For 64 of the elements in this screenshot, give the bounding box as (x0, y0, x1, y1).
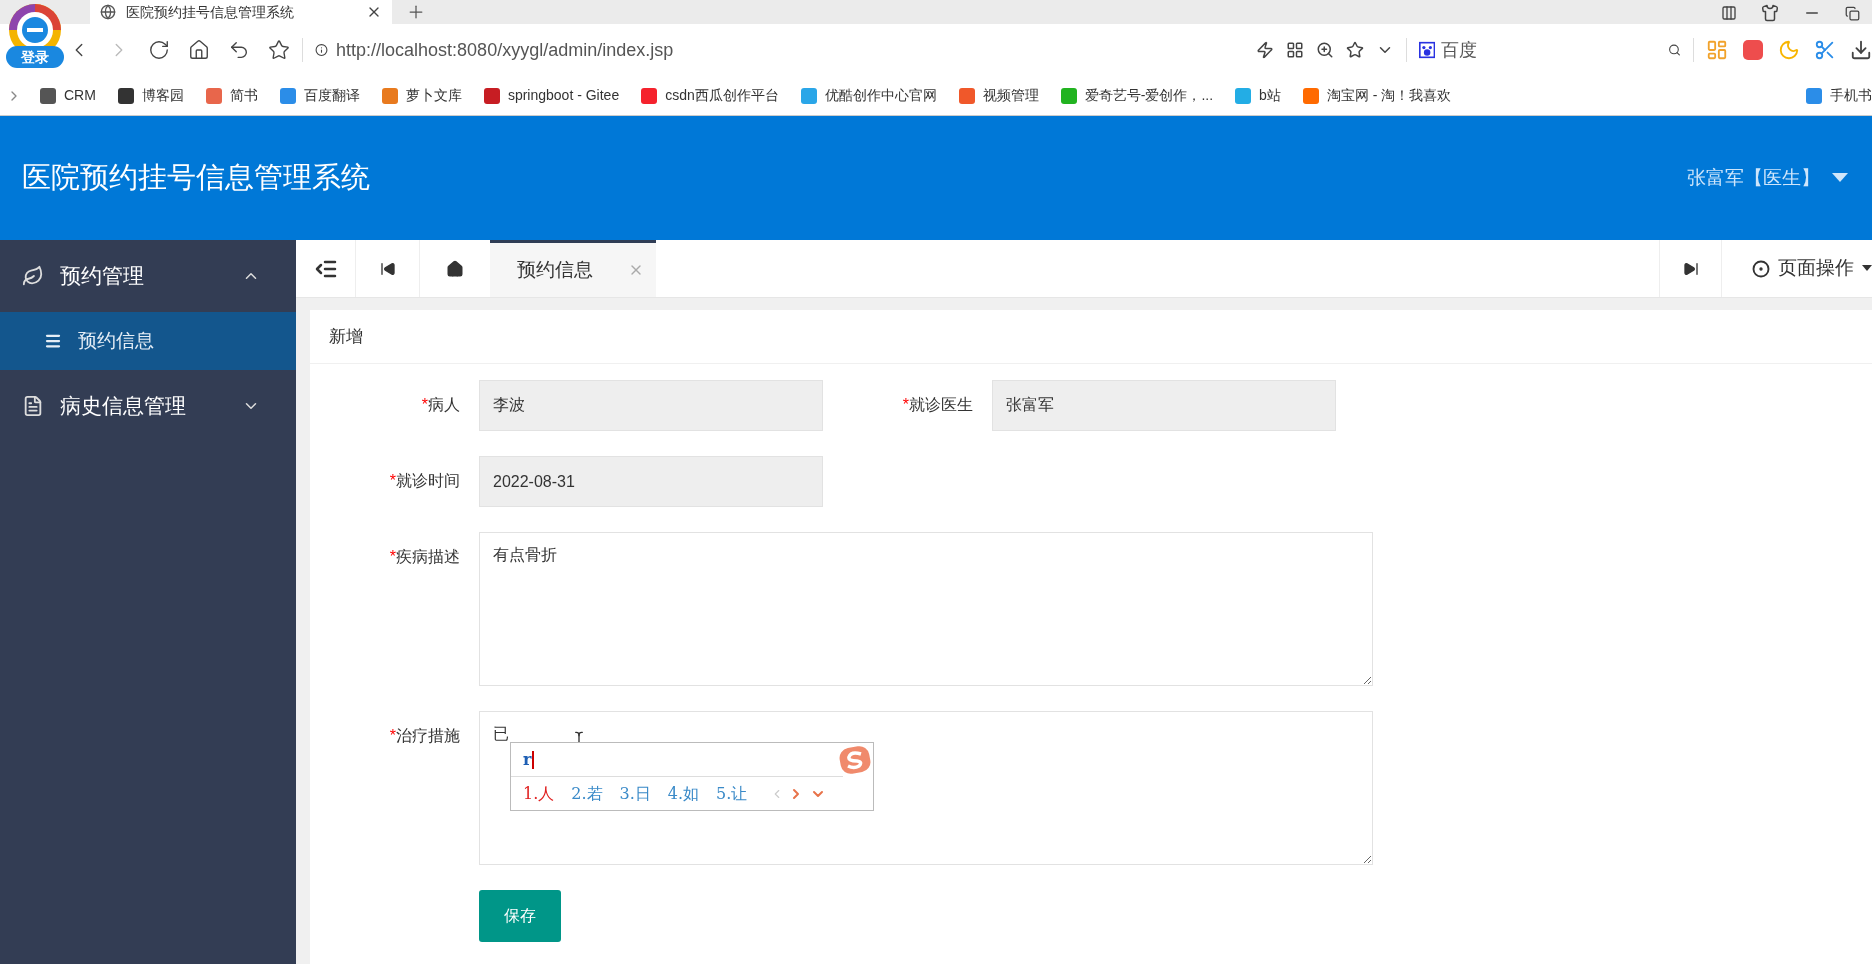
home-icon[interactable] (188, 39, 211, 61)
field-label: *就诊时间 (388, 471, 461, 491)
bookmark[interactable]: 博客园 (117, 85, 184, 106)
document-icon (22, 395, 44, 417)
field-label: *治疗措施 (388, 726, 461, 746)
page-actions-menu[interactable]: 页面操作 (1721, 240, 1872, 297)
bookmark[interactable]: 爱奇艺号-爱创作，... (1060, 85, 1214, 106)
restore-icon[interactable] (1845, 5, 1860, 21)
home-icon (446, 259, 464, 278)
field-label: *疾病描述 (388, 547, 461, 567)
skip-back-icon (379, 260, 396, 277)
ime-candidate[interactable]: 2.若 (571, 782, 603, 806)
bookmark[interactable]: 简书 (205, 85, 258, 106)
bookmark[interactable]: CRM (40, 85, 96, 106)
shirt-icon[interactable] (1761, 4, 1779, 22)
reload-icon[interactable] (148, 39, 171, 61)
field-label: *就诊医生 (901, 395, 974, 415)
lightning-icon[interactable] (1255, 41, 1274, 59)
field-label: *病人 (420, 395, 461, 415)
bookmark[interactable]: springboot - Gitee (483, 85, 620, 106)
tab-title: 医院预约挂号信息管理系统 (126, 2, 295, 22)
ime-candidate[interactable]: 3.日 (619, 782, 651, 806)
login-badge[interactable]: 登录 (6, 46, 64, 68)
caret-icon (1832, 173, 1848, 183)
globe-icon (100, 4, 116, 20)
ime-candidate[interactable]: 4.如 (667, 782, 700, 806)
download-icon[interactable] (1850, 39, 1872, 61)
bookmark[interactable]: b站 (1235, 85, 1281, 106)
zoom-icon[interactable] (1315, 41, 1334, 59)
bookmark[interactable]: 手机书 (1806, 85, 1872, 106)
search-engine[interactable]: 百度 (1440, 36, 1669, 64)
search-icon[interactable] (1668, 42, 1682, 58)
sidebar-item[interactable]: 病史信息管理 (0, 370, 296, 442)
browser-tab[interactable]: 医院预约挂号信息管理系统 (90, 0, 392, 24)
bookmark[interactable]: 优酷创作中心官网 (800, 85, 937, 106)
leaf-icon (22, 265, 44, 287)
save-button[interactable]: 保存 (479, 890, 561, 942)
tile-icon[interactable] (1721, 5, 1737, 21)
info-icon[interactable] (315, 42, 329, 58)
sidebar-subitem[interactable]: 预约信息 (0, 312, 296, 370)
card-title: 新增 (329, 325, 363, 348)
bookmark[interactable]: csdn西瓜创作平台 (641, 85, 779, 106)
skip-forward-icon (1682, 260, 1699, 277)
bookmark[interactable]: 视频管理 (958, 85, 1039, 106)
ime-candidate[interactable]: 5.让 (716, 782, 748, 806)
browser-logo[interactable]: 登录 (4, 2, 66, 68)
page-tab[interactable]: 预约信息 (490, 240, 656, 297)
bookmark[interactable]: 淘宝网 - 淘！我喜欢 (1302, 85, 1452, 106)
app-title: 医院预约挂号信息管理系统 (22, 160, 370, 196)
text-area[interactable]: 有点骨折 (479, 532, 1373, 686)
pdf-icon[interactable] (1742, 39, 1765, 61)
star-icon[interactable] (268, 39, 291, 61)
sidebar-item[interactable]: 预约管理 (0, 240, 296, 312)
star-icon[interactable] (1345, 41, 1364, 59)
user-menu[interactable]: 张富军【医生】 (1687, 163, 1848, 193)
paw-icon (1418, 40, 1435, 60)
bookmark[interactable]: 萝卜文库 (381, 85, 462, 106)
address-field[interactable]: http://localhost:8080/xyygl/admin/index.jsp (336, 36, 986, 64)
caret-icon (1862, 265, 1872, 272)
grid-icon[interactable] (1285, 41, 1304, 59)
list-icon (44, 332, 62, 350)
target-icon (1752, 259, 1770, 278)
ime-candidate[interactable]: 1.人 (523, 782, 555, 806)
bookmark[interactable]: 百度翻译 (279, 85, 360, 106)
